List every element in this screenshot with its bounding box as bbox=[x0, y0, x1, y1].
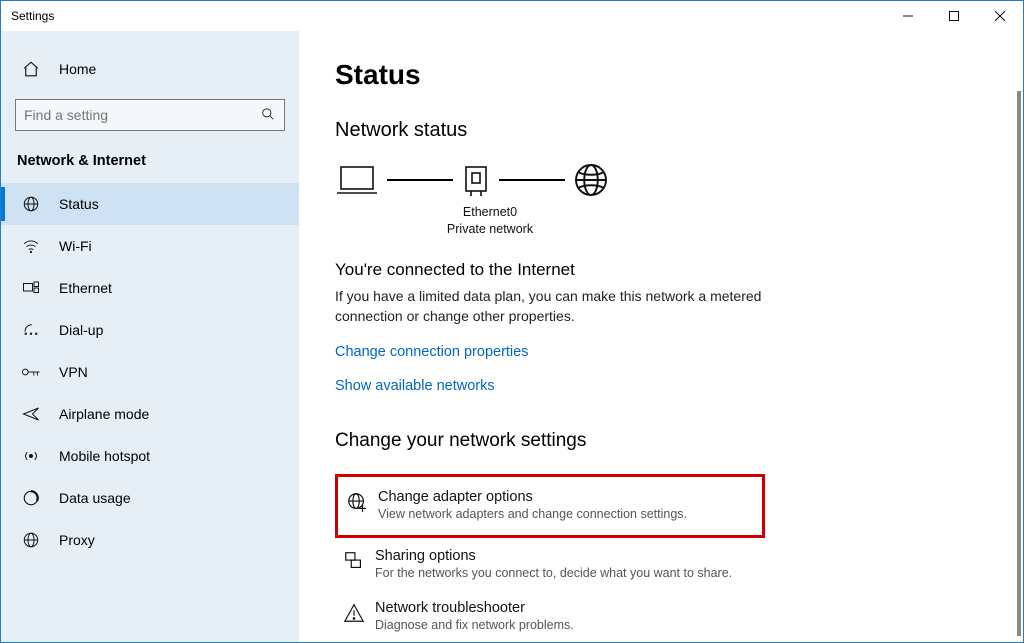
dialup-icon bbox=[21, 321, 41, 339]
sidebar-item-airplane[interactable]: Airplane mode bbox=[1, 393, 299, 435]
network-status-heading: Network status bbox=[335, 119, 993, 142]
sidebar-item-label: Proxy bbox=[59, 532, 95, 548]
sidebar-item-proxy[interactable]: Proxy bbox=[1, 519, 299, 561]
link-change-connection-properties[interactable]: Change connection properties bbox=[335, 344, 993, 360]
globe-icon bbox=[21, 195, 41, 213]
option-sharing[interactable]: Sharing options For the networks you con… bbox=[335, 538, 765, 590]
sidebar-item-label: Airplane mode bbox=[59, 406, 149, 422]
window-title: Settings bbox=[11, 9, 54, 23]
minimize-button[interactable] bbox=[885, 1, 931, 31]
network-diagram bbox=[335, 162, 993, 198]
laptop-icon bbox=[335, 163, 379, 197]
sidebar-item-ethernet[interactable]: Ethernet bbox=[1, 267, 299, 309]
router-icon bbox=[461, 163, 491, 197]
search-icon bbox=[260, 107, 276, 124]
sidebar-item-wifi[interactable]: Wi-Fi bbox=[1, 225, 299, 267]
vpn-icon bbox=[21, 364, 41, 380]
option-troubleshooter[interactable]: Network troubleshooter Diagnose and fix … bbox=[335, 590, 765, 642]
option-change-adapter[interactable]: Change adapter options View network adap… bbox=[335, 474, 765, 538]
option-desc: Diagnose and fix network problems. bbox=[375, 618, 574, 632]
change-settings-heading: Change your network settings bbox=[335, 430, 993, 452]
sidebar-category: Network & Internet bbox=[1, 145, 299, 177]
option-title: Network troubleshooter bbox=[375, 600, 574, 616]
sidebar-item-label: Dial-up bbox=[59, 322, 103, 338]
sidebar-item-label: Status bbox=[59, 196, 99, 212]
sidebar-item-vpn[interactable]: VPN bbox=[1, 351, 299, 393]
sidebar-item-label: VPN bbox=[59, 364, 88, 380]
ethernet-icon bbox=[21, 281, 41, 295]
globe-icon bbox=[573, 162, 609, 198]
connected-title: You're connected to the Internet bbox=[335, 260, 993, 280]
wifi-icon bbox=[21, 237, 41, 255]
home-link[interactable]: Home bbox=[1, 49, 299, 89]
datausage-icon bbox=[21, 489, 41, 507]
option-title: Change adapter options bbox=[378, 489, 687, 505]
scrollbar[interactable] bbox=[1017, 91, 1021, 636]
network-type: Private network bbox=[345, 221, 635, 238]
search-input[interactable] bbox=[24, 107, 260, 123]
option-desc: View network adapters and change connect… bbox=[378, 507, 687, 521]
adapter-name: Ethernet0 bbox=[345, 204, 635, 221]
sidebar-nav: Status Wi-Fi Ethernet bbox=[1, 183, 299, 561]
close-button[interactable] bbox=[977, 1, 1023, 31]
title-bar: Settings bbox=[1, 1, 1023, 31]
sidebar-item-label: Mobile hotspot bbox=[59, 448, 150, 464]
airplane-icon bbox=[21, 405, 41, 423]
sidebar-item-label: Data usage bbox=[59, 490, 131, 506]
globe-plus-icon bbox=[346, 489, 378, 513]
maximize-button[interactable] bbox=[931, 1, 977, 31]
option-title: Sharing options bbox=[375, 548, 732, 564]
home-icon bbox=[21, 60, 41, 78]
connected-desc: If you have a limited data plan, you can… bbox=[335, 286, 765, 327]
sharing-icon bbox=[343, 548, 375, 572]
home-label: Home bbox=[59, 61, 96, 77]
sidebar-item-dialup[interactable]: Dial-up bbox=[1, 309, 299, 351]
warning-icon bbox=[343, 600, 375, 624]
proxy-icon bbox=[21, 531, 41, 549]
sidebar: Home Network & Internet Status bbox=[1, 31, 299, 642]
sidebar-item-label: Ethernet bbox=[59, 280, 112, 296]
sidebar-item-status[interactable]: Status bbox=[1, 183, 299, 225]
sidebar-item-label: Wi-Fi bbox=[59, 238, 92, 254]
diagram-caption: Ethernet0 Private network bbox=[345, 204, 635, 238]
link-show-available-networks[interactable]: Show available networks bbox=[335, 378, 993, 394]
main-pane: Status Network status Ethernet0 bbox=[299, 31, 1023, 642]
hotspot-icon bbox=[21, 447, 41, 465]
option-desc: For the networks you connect to, decide … bbox=[375, 566, 732, 580]
sidebar-item-hotspot[interactable]: Mobile hotspot bbox=[1, 435, 299, 477]
search-box[interactable] bbox=[15, 99, 285, 131]
sidebar-item-datausage[interactable]: Data usage bbox=[1, 477, 299, 519]
page-title: Status bbox=[335, 59, 993, 91]
